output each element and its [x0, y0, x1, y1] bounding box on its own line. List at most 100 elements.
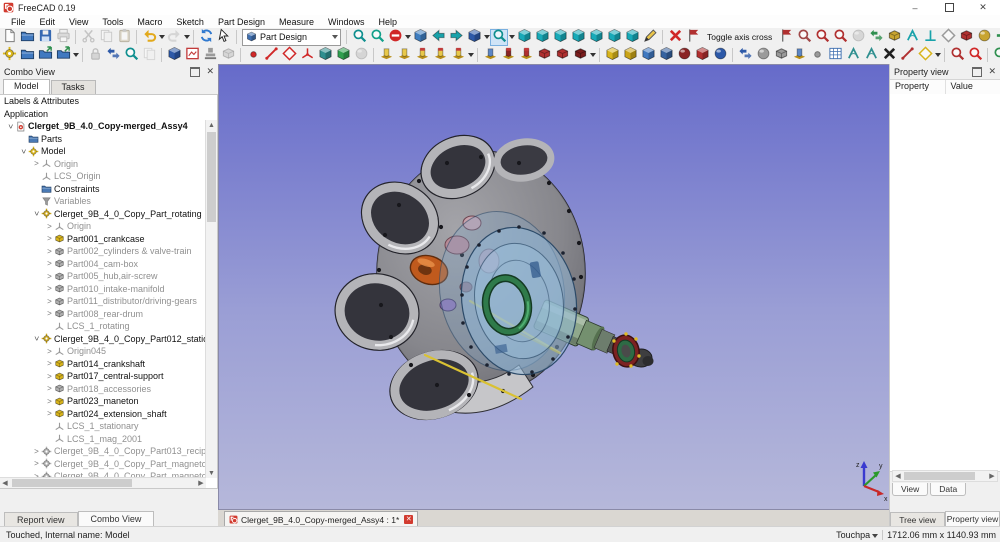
- additive-loft-button[interactable]: [413, 47, 431, 64]
- scroll-left-arrow[interactable]: ◀: [0, 478, 10, 488]
- tree-item[interactable]: >Clerget_9B_4_0_Copy_Part013_reciprocati…: [0, 445, 206, 458]
- clipping-plane-button[interactable]: [777, 29, 795, 46]
- spreadsheet-button[interactable]: [826, 47, 844, 64]
- scroll-right-arrow[interactable]: ▶: [987, 471, 997, 481]
- tree-item[interactable]: >Clerget_9B_4_0_Copy_Part012_stationary_…: [0, 333, 206, 346]
- tree-item[interactable]: >Part017_central-support: [0, 370, 206, 383]
- menu-windows[interactable]: Windows: [321, 17, 372, 27]
- pocket-button[interactable]: [481, 47, 499, 64]
- scroll-thumb[interactable]: [904, 472, 975, 480]
- datum-point-button[interactable]: [244, 47, 262, 64]
- fillet-button[interactable]: [603, 47, 621, 64]
- view-bottom-button[interactable]: [605, 29, 623, 46]
- tree-item[interactable]: >Part014_crankshaft: [0, 358, 206, 371]
- tree-item[interactable]: >Clerget_9B_4.0_Copy-merged_Assy4: [0, 120, 206, 133]
- tree-expander-icon[interactable]: >: [6, 122, 15, 131]
- lock-document-button[interactable]: [86, 47, 104, 64]
- pad-button[interactable]: [377, 47, 395, 64]
- scroll-left-arrow[interactable]: ◀: [893, 471, 903, 481]
- close-panel-icon[interactable]: ✕: [206, 68, 214, 75]
- draw-style-dropdown[interactable]: [404, 29, 411, 46]
- nav-cube-dropdown[interactable]: [483, 29, 490, 46]
- 3d-viewport[interactable]: z y x: [218, 64, 890, 510]
- tree-expander-icon[interactable]: >: [45, 397, 54, 406]
- create-body-button[interactable]: [165, 47, 183, 64]
- measure-perpendicular-button[interactable]: [921, 29, 939, 46]
- tree-expander-icon[interactable]: >: [45, 284, 54, 293]
- link-make-relative-dropdown[interactable]: [72, 47, 79, 64]
- tree-expander-icon[interactable]: >: [45, 222, 54, 231]
- zoom-mode-dropdown[interactable]: [508, 29, 515, 46]
- create-multitransform-button[interactable]: [808, 47, 826, 64]
- tree-item[interactable]: >Origin: [0, 220, 206, 233]
- view-right-button[interactable]: [569, 29, 587, 46]
- dock-tab-report-view[interactable]: Report view: [4, 512, 78, 527]
- tree-item[interactable]: LCS_Origin: [0, 170, 206, 183]
- release-notes-button[interactable]: [140, 47, 158, 64]
- tree-expander-icon[interactable]: >: [45, 272, 54, 281]
- toggle-transparency-button[interactable]: [975, 29, 993, 46]
- thickness-button[interactable]: [657, 47, 675, 64]
- tab-model[interactable]: Model: [3, 79, 50, 94]
- selection-view-button[interactable]: [411, 29, 429, 46]
- polar-pattern-button[interactable]: [772, 47, 790, 64]
- tree-expander-icon[interactable]: >: [45, 247, 54, 256]
- subtab-data[interactable]: Data: [930, 483, 966, 496]
- fit-all-button[interactable]: [350, 29, 368, 46]
- scroll-thumb[interactable]: [12, 479, 132, 487]
- measure-clear-button[interactable]: [966, 47, 984, 64]
- check-geometry-button[interactable]: [831, 29, 849, 46]
- undo-dropdown[interactable]: [158, 29, 165, 46]
- zoom-to-selection-button[interactable]: [122, 47, 140, 64]
- tree-expander-icon[interactable]: >: [19, 147, 28, 156]
- additive-helix-button[interactable]: [449, 47, 467, 64]
- datum-line-button[interactable]: [262, 47, 280, 64]
- boolean-cut-button[interactable]: [693, 47, 711, 64]
- chamfer-button[interactable]: [621, 47, 639, 64]
- menu-edit[interactable]: Edit: [33, 17, 63, 27]
- create-sketch-button[interactable]: [183, 47, 201, 64]
- tree-expander-icon[interactable]: >: [45, 297, 54, 306]
- link-make-button[interactable]: [36, 47, 54, 64]
- link-make-relative-button[interactable]: [54, 47, 72, 64]
- box-selection-button[interactable]: [957, 29, 975, 46]
- menu-file[interactable]: File: [4, 17, 33, 27]
- tree-expander-icon[interactable]: >: [45, 234, 54, 243]
- property-column-header[interactable]: Property: [890, 80, 945, 94]
- measure-clear-all-button[interactable]: [666, 29, 684, 46]
- measure-angular-button[interactable]: [903, 29, 921, 46]
- scroll-down-arrow[interactable]: ▼: [206, 468, 217, 478]
- involute-gear-dropdown[interactable]: [934, 47, 941, 64]
- new-window-button[interactable]: [993, 29, 1000, 46]
- property-table-body[interactable]: [890, 94, 1000, 472]
- scaled-button[interactable]: [790, 47, 808, 64]
- copy-button[interactable]: [97, 29, 115, 46]
- additive-helix-dropdown[interactable]: [467, 47, 474, 64]
- draw-style-button[interactable]: [386, 29, 404, 46]
- tree-horizontal-scrollbar[interactable]: ◀ ▶: [0, 477, 206, 488]
- view-rear-button[interactable]: [587, 29, 605, 46]
- tree-expander-icon[interactable]: >: [45, 309, 54, 318]
- texture-mapping-button[interactable]: [795, 29, 813, 46]
- tree-item[interactable]: >Part023_maneton: [0, 395, 206, 408]
- sweep-path-button[interactable]: [898, 47, 916, 64]
- swap-selection-button[interactable]: [104, 47, 122, 64]
- tree-expander-icon[interactable]: >: [32, 459, 41, 468]
- tree-item[interactable]: >Clerget_9B_4_0_Copy_Part_rotating: [0, 208, 206, 221]
- refresh-button[interactable]: [197, 29, 215, 46]
- sub-object-shape-binder-button[interactable]: [334, 47, 352, 64]
- fillet-curve-button[interactable]: [844, 47, 862, 64]
- appearance-button[interactable]: [939, 29, 957, 46]
- create-group-button[interactable]: [18, 47, 36, 64]
- document-tab[interactable]: Clerget_9B_4.0_Copy-merged_Assy4 : 1* ✕: [224, 511, 418, 527]
- tree-item[interactable]: >Part008_rear-drum: [0, 308, 206, 321]
- revolution-button[interactable]: [395, 47, 413, 64]
- close-document-tab-icon[interactable]: ✕: [404, 515, 413, 524]
- tree-expander-icon[interactable]: >: [45, 372, 54, 381]
- tab-tasks[interactable]: Tasks: [51, 80, 96, 94]
- measure-linear-button[interactable]: [948, 47, 966, 64]
- view-left-button[interactable]: [623, 29, 641, 46]
- menu-part-design[interactable]: Part Design: [211, 17, 272, 27]
- std-part-button[interactable]: [0, 47, 18, 64]
- toggle-axis-cross-button[interactable]: Toggle axis cross: [702, 32, 777, 42]
